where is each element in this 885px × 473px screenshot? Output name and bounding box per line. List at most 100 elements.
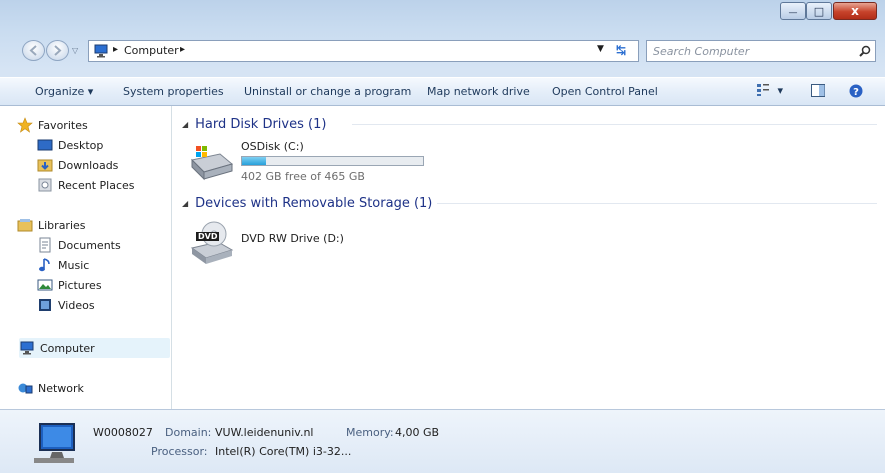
processor-value: Intel(R) Core(TM) i3-32... bbox=[215, 445, 352, 458]
minimize-button[interactable]: — bbox=[780, 2, 806, 20]
hard-drive-icon bbox=[188, 138, 234, 185]
group-header-hard-disk-drives[interactable]: ◢ Hard Disk Drives (1) bbox=[182, 115, 326, 133]
drive-free-space: 402 GB free of 465 GB bbox=[241, 170, 365, 183]
drive-dvd-rw-d[interactable]: DVD DVD RW Drive (D:) bbox=[188, 218, 388, 266]
sidebar-item-recent-places[interactable]: Recent Places bbox=[37, 175, 135, 195]
organize-menu[interactable]: Organize ▾ bbox=[35, 85, 93, 98]
downloads-folder-icon bbox=[37, 157, 53, 173]
system-properties-button[interactable]: System properties bbox=[123, 85, 224, 98]
group-header-removable-storage[interactable]: ◢ Devices with Removable Storage (1) bbox=[182, 194, 432, 212]
group-divider bbox=[352, 124, 877, 125]
view-icon bbox=[757, 84, 769, 96]
sidebar-item-libraries[interactable]: Libraries bbox=[17, 215, 86, 235]
dvd-badge: DVD bbox=[196, 232, 220, 241]
organize-dropdown-icon: ▾ bbox=[87, 85, 94, 98]
help-button[interactable]: ? bbox=[849, 84, 863, 101]
computer-large-icon bbox=[32, 422, 78, 469]
maximize-icon: □ bbox=[813, 4, 825, 18]
close-button[interactable]: x bbox=[833, 2, 877, 20]
videos-icon bbox=[37, 297, 53, 313]
title-bar: — □ x bbox=[0, 0, 885, 34]
drive-name: OSDisk (C:) bbox=[241, 140, 304, 153]
sidebar-label: Network bbox=[38, 381, 84, 395]
sidebar-item-desktop[interactable]: Desktop bbox=[37, 135, 103, 155]
explorer-window: — □ x ▽ ▸ Computer ▸ ▼ ↹ Search Computer… bbox=[0, 0, 885, 473]
sidebar-item-network[interactable]: Network bbox=[17, 378, 84, 398]
help-icon: ? bbox=[849, 84, 863, 98]
sidebar-item-downloads[interactable]: Downloads bbox=[37, 155, 118, 175]
sidebar-label: Music bbox=[58, 258, 90, 272]
search-input[interactable]: Search Computer bbox=[653, 45, 749, 58]
preview-pane-icon bbox=[811, 84, 825, 97]
navigation-pane: Favorites Desktop Downloads Recent Place… bbox=[0, 106, 172, 409]
close-icon: x bbox=[851, 4, 859, 18]
address-bar[interactable]: ▸ Computer ▸ ▼ ↹ bbox=[88, 40, 639, 62]
sidebar-label: Libraries bbox=[38, 218, 86, 232]
breadcrumb-computer[interactable]: Computer bbox=[124, 44, 179, 57]
sidebar-item-videos[interactable]: Videos bbox=[37, 295, 95, 315]
open-control-panel-button[interactable]: Open Control Panel bbox=[552, 85, 658, 98]
svg-text:?: ? bbox=[853, 87, 859, 98]
group-title: Devices with Removable Storage (1) bbox=[195, 195, 433, 211]
collapse-arrow-icon[interactable]: ◢ bbox=[182, 120, 188, 129]
forward-arrow-icon bbox=[54, 45, 62, 56]
preview-pane-button[interactable] bbox=[811, 84, 825, 100]
content-area: Favorites Desktop Downloads Recent Place… bbox=[0, 106, 885, 409]
computer-icon bbox=[19, 340, 35, 356]
sidebar-label: Downloads bbox=[58, 158, 119, 172]
sidebar-item-music[interactable]: Music bbox=[37, 255, 89, 275]
organize-label: Organize bbox=[35, 85, 85, 98]
details-pane: W0008027 Domain: VUW.leidenuniv.nl Memor… bbox=[0, 409, 885, 473]
uninstall-button[interactable]: Uninstall or change a program bbox=[244, 85, 411, 98]
refresh-icon[interactable]: ↹ bbox=[616, 43, 626, 57]
items-pane: ◢ Hard Disk Drives (1) OSDisk (C:) 402 G… bbox=[172, 106, 885, 409]
sidebar-label: Pictures bbox=[58, 278, 102, 292]
domain-label: Domain: bbox=[165, 426, 212, 439]
search-box[interactable]: Search Computer bbox=[646, 40, 876, 62]
recent-pages-dropdown[interactable]: ▽ bbox=[72, 46, 78, 55]
memory-value: 4,00 GB bbox=[395, 426, 440, 439]
sidebar-label: Documents bbox=[58, 238, 121, 252]
group-title: Hard Disk Drives (1) bbox=[195, 116, 327, 132]
drive-usage-fill bbox=[242, 157, 267, 165]
star-icon bbox=[17, 117, 33, 133]
sidebar-item-computer[interactable]: Computer bbox=[19, 338, 170, 358]
desktop-icon bbox=[37, 137, 53, 153]
sidebar-item-favorites[interactable]: Favorites bbox=[17, 115, 88, 135]
sidebar-label: Computer bbox=[40, 341, 95, 355]
map-network-drive-button[interactable]: Map network drive bbox=[427, 85, 530, 98]
domain-value: VUW.leidenuniv.nl bbox=[215, 426, 314, 439]
search-icon[interactable] bbox=[859, 45, 871, 57]
view-dropdown-icon: ▾ bbox=[777, 84, 784, 97]
sidebar-label: Videos bbox=[58, 298, 95, 312]
sidebar-label: Favorites bbox=[38, 118, 88, 132]
libraries-icon bbox=[17, 217, 33, 233]
back-arrow-icon bbox=[29, 45, 37, 56]
back-button[interactable] bbox=[22, 40, 45, 61]
drive-name: DVD RW Drive (D:) bbox=[241, 232, 344, 245]
drive-usage-bar bbox=[241, 156, 424, 166]
documents-icon bbox=[37, 237, 53, 253]
processor-label: Processor: bbox=[151, 445, 208, 458]
sidebar-item-pictures[interactable]: Pictures bbox=[37, 275, 102, 295]
breadcrumb-separator[interactable]: ▸ bbox=[113, 44, 118, 55]
memory-label: Memory: bbox=[346, 426, 394, 439]
breadcrumb-child-separator[interactable]: ▸ bbox=[180, 44, 185, 55]
group-divider bbox=[437, 203, 877, 204]
network-icon bbox=[17, 380, 33, 396]
sidebar-item-documents[interactable]: Documents bbox=[37, 235, 121, 255]
change-view-button[interactable]: ▾ bbox=[756, 83, 783, 100]
computer-name: W0008027 bbox=[93, 426, 153, 439]
drive-osdisk-c[interactable]: OSDisk (C:) 402 GB free of 465 GB bbox=[188, 136, 458, 186]
recent-places-icon bbox=[37, 177, 53, 193]
maximize-button[interactable]: □ bbox=[806, 2, 832, 20]
sidebar-label: Desktop bbox=[58, 138, 104, 152]
collapse-arrow-icon[interactable]: ◢ bbox=[182, 199, 188, 208]
forward-button[interactable] bbox=[46, 40, 69, 61]
address-dropdown-icon[interactable]: ▼ bbox=[597, 44, 604, 54]
command-bar: Organize ▾ System properties Uninstall o… bbox=[0, 77, 885, 106]
dvd-drive-icon: DVD bbox=[188, 220, 234, 264]
minimize-icon: — bbox=[788, 7, 798, 18]
sidebar-label: Recent Places bbox=[58, 178, 135, 192]
pictures-icon bbox=[37, 277, 53, 293]
